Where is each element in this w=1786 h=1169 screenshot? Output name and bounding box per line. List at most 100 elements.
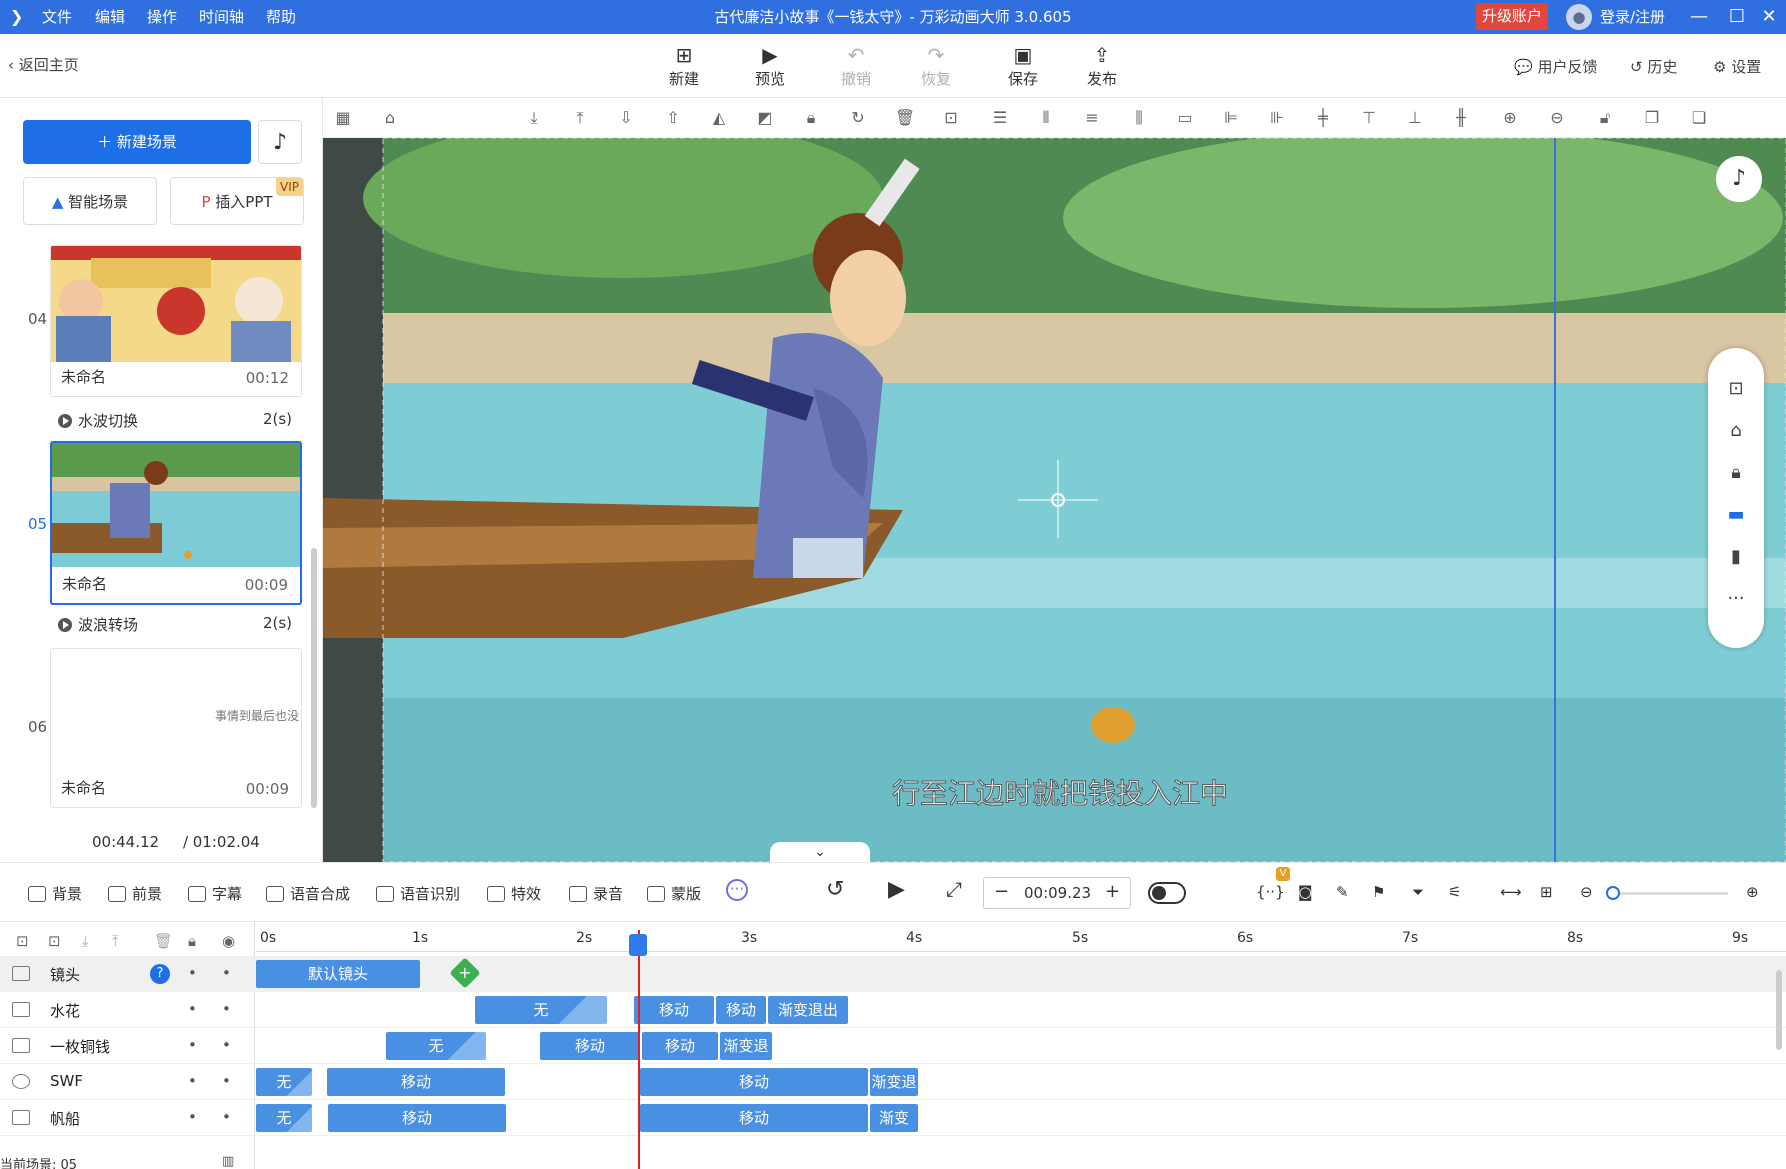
- clip[interactable]: 无: [256, 1068, 312, 1096]
- book-icon[interactable]: ▥: [222, 1154, 234, 1169]
- mask-button[interactable]: 蒙版: [647, 883, 701, 904]
- maximize-icon[interactable]: ☐: [1720, 0, 1754, 34]
- canvas-stage[interactable]: 行至江边时就把钱投入江中 ♪ ⊡ ⌂ 🔒︎ ▬ ▮ ··· ⌄: [323, 138, 1786, 862]
- time-value[interactable]: 00:09.23: [1024, 884, 1091, 902]
- spacing-icon[interactable]: ⫼: [1127, 106, 1151, 130]
- distribute-icon[interactable]: ⫴: [1034, 106, 1058, 130]
- scene-card-05[interactable]: 未命名 00:09: [50, 441, 302, 605]
- clip[interactable]: 移动: [540, 1032, 640, 1060]
- desktop-icon[interactable]: ▬: [1708, 504, 1764, 525]
- history-link[interactable]: ↺ 历史: [1630, 56, 1677, 77]
- lock-dot[interactable]: •: [222, 1108, 231, 1126]
- clip[interactable]: 移动: [328, 1104, 506, 1132]
- zoom-in-icon[interactable]: ⊕: [1746, 883, 1759, 901]
- grid-icon[interactable]: ▭: [1173, 106, 1197, 130]
- camera-icon[interactable]: ⌂: [1708, 420, 1764, 441]
- center-h-icon[interactable]: ╫: [1449, 106, 1473, 130]
- align-left-icon[interactable]: ⊫: [1219, 106, 1243, 130]
- top-align-icon[interactable]: ⊤: [1357, 106, 1381, 130]
- playhead[interactable]: [638, 930, 640, 1169]
- background-button[interactable]: 背景: [28, 883, 82, 904]
- add-layer-icon[interactable]: ⊡: [48, 932, 61, 950]
- visibility-dot[interactable]: •: [188, 964, 197, 982]
- menu-file[interactable]: 文件: [42, 0, 72, 34]
- marker-icon[interactable]: ⚑: [1372, 883, 1385, 901]
- visibility-dot[interactable]: •: [188, 1072, 197, 1090]
- effects-button[interactable]: 特效: [487, 883, 541, 904]
- stage-subtitle[interactable]: 行至江边时就把钱投入江中: [892, 777, 1229, 811]
- save-button[interactable]: ▣ 保存: [993, 42, 1053, 89]
- help-icon[interactable]: ?: [150, 964, 170, 984]
- clip[interactable]: 移动: [716, 996, 766, 1024]
- redo-button[interactable]: ↷ 恢复: [906, 42, 966, 89]
- camera-icon[interactable]: ◙: [1298, 883, 1313, 901]
- mobile-icon[interactable]: ▮: [1708, 546, 1764, 567]
- eye-icon[interactable]: ◉: [222, 932, 235, 950]
- toggle-switch[interactable]: [1148, 882, 1186, 904]
- visibility-dot[interactable]: •: [188, 1036, 197, 1054]
- add-keyframe-icon[interactable]: +: [449, 957, 481, 989]
- undo-button[interactable]: ↶ 撤销: [826, 42, 886, 89]
- format-painter-icon[interactable]: ▦: [331, 106, 355, 130]
- foreground-button[interactable]: 前景: [108, 883, 162, 904]
- music-note-icon[interactable]: ♪: [1716, 156, 1762, 202]
- unlock-icon[interactable]: 🔓︎: [1593, 106, 1617, 130]
- clip[interactable]: 默认镜头: [256, 960, 420, 988]
- bracket-icon[interactable]: {··}: [1256, 883, 1285, 901]
- lock-dot[interactable]: •: [222, 1036, 231, 1054]
- align-bottom-icon[interactable]: ⤓: [522, 106, 546, 130]
- zoom-out-icon[interactable]: ⊖: [1580, 883, 1593, 901]
- edit-icon[interactable]: ✎: [1336, 883, 1349, 901]
- filter-icon[interactable]: ⏷: [1412, 883, 1424, 901]
- clip[interactable]: 移动: [642, 1032, 718, 1060]
- back-home-link[interactable]: ‹ 返回主页: [8, 54, 79, 75]
- lock-dot[interactable]: •: [222, 1000, 231, 1018]
- clip[interactable]: 移动: [634, 996, 714, 1024]
- minus-icon[interactable]: −: [994, 881, 1009, 902]
- move-up-icon[interactable]: ⤒: [112, 932, 119, 950]
- avatar-icon[interactable]: ●: [1566, 4, 1592, 30]
- scene-card-06[interactable]: 事情到最后也没 未命名 00:09: [50, 648, 302, 808]
- new-scene-button[interactable]: ＋ 新建场景: [23, 120, 251, 164]
- layer-row-swf[interactable]: SWF • • 无 移动 移动 渐变退: [0, 1064, 1786, 1100]
- visibility-dot[interactable]: •: [188, 1000, 197, 1018]
- zoom-in-icon[interactable]: ⊕: [1498, 106, 1522, 130]
- align-right-icon[interactable]: ⊪: [1265, 106, 1289, 130]
- scene-card-04[interactable]: 未命名 00:12: [50, 245, 302, 397]
- close-icon[interactable]: ✕: [1752, 0, 1786, 34]
- record-button[interactable]: 录音: [569, 883, 623, 904]
- clip[interactable]: 渐变退: [870, 1068, 918, 1096]
- clip[interactable]: 渐变退: [720, 1032, 772, 1060]
- login-link[interactable]: 登录/注册: [1600, 0, 1665, 34]
- center-v-icon[interactable]: ╪: [1311, 106, 1335, 130]
- visibility-dot[interactable]: •: [188, 1108, 197, 1126]
- zoom-out-icon[interactable]: ⊖: [1545, 106, 1569, 130]
- align-center-icon[interactable]: ☰: [988, 106, 1012, 130]
- clip[interactable]: 无: [256, 1104, 312, 1132]
- plus-icon[interactable]: +: [1105, 881, 1120, 902]
- transition-item[interactable]: 水波切换: [58, 410, 138, 431]
- fit-width-icon[interactable]: ⟷: [1500, 883, 1522, 901]
- delete-icon[interactable]: 🗑︎: [893, 106, 917, 130]
- transition-item[interactable]: 波浪转场: [58, 614, 138, 635]
- move-down-icon[interactable]: ⤓: [82, 932, 89, 950]
- settings-sliders-icon[interactable]: ⚟: [1448, 883, 1461, 901]
- bottom-align-icon[interactable]: ⊥: [1403, 106, 1427, 130]
- lock-icon[interactable]: 🔒︎: [799, 106, 823, 130]
- fit-screen-icon[interactable]: ⊡: [1708, 378, 1764, 399]
- layer-row-coin[interactable]: 一枚铜钱 • • 无 移动 移动 渐变退: [0, 1028, 1786, 1064]
- move-down-icon[interactable]: ⇩: [614, 106, 638, 130]
- lock-dot[interactable]: •: [222, 1072, 231, 1090]
- playhead-handle[interactable]: [629, 934, 647, 956]
- clip[interactable]: 无: [475, 996, 607, 1024]
- music-button[interactable]: ♪: [258, 120, 302, 164]
- zoom-slider-knob[interactable]: [1606, 886, 1620, 900]
- menu-timeline[interactable]: 时间轴: [199, 0, 244, 34]
- smart-scene-button[interactable]: ▲ 智能场景: [23, 177, 157, 225]
- copy-icon[interactable]: ❐: [1640, 106, 1664, 130]
- trash-icon[interactable]: 🗑︎: [154, 932, 173, 950]
- clip[interactable]: 移动: [640, 1104, 868, 1132]
- erase-icon[interactable]: ◩: [753, 106, 777, 130]
- home-icon[interactable]: ⌂: [378, 106, 402, 130]
- clip[interactable]: 无: [386, 1032, 486, 1060]
